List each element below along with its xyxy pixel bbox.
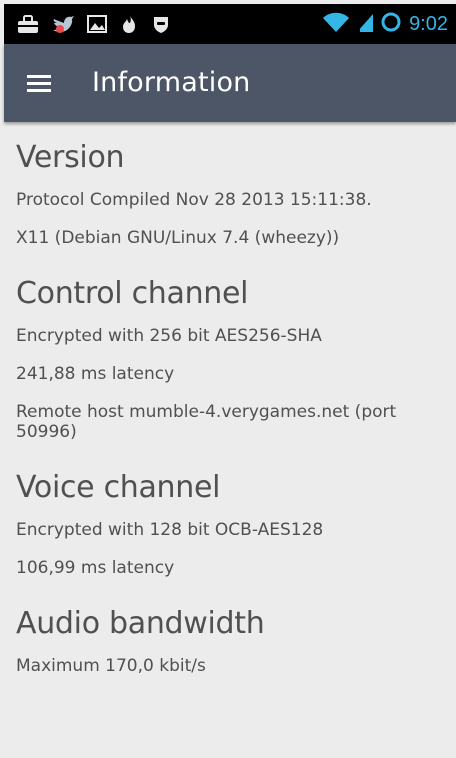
remote-host-text: Remote host mumble-4.verygames.net (port… xyxy=(16,402,397,442)
section-title-version: Version xyxy=(16,140,125,175)
page-title: Information xyxy=(92,67,251,98)
status-clock: 9:02 xyxy=(409,12,448,35)
section-title-audio-bandwidth: Audio bandwidth xyxy=(16,606,265,641)
information-content: Version Protocol Compiled Nov 28 2013 15… xyxy=(16,122,444,704)
system-status-icons: 9:02 xyxy=(321,4,448,44)
image-notification-icon xyxy=(86,13,108,35)
app-bar: Information xyxy=(4,44,456,122)
shield-notification-icon xyxy=(150,13,172,35)
bird-notification-icon xyxy=(51,13,75,35)
notification-icons xyxy=(16,4,172,44)
protocol-compiled-text: Protocol Compiled Nov 28 2013 15:11:38. xyxy=(16,190,372,210)
audio-bandwidth-section: Audio bandwidth Maximum 170,0 kbit/s xyxy=(16,606,444,676)
control-channel-section: Control channel Encrypted with 256 bit A… xyxy=(16,276,444,442)
briefcase-notification-icon xyxy=(16,13,40,35)
maximum-bandwidth-text: Maximum 170,0 kbit/s xyxy=(16,656,206,676)
control-encryption-text: Encrypted with 256 bit AES256-SHA xyxy=(16,326,322,346)
flame-notification-icon xyxy=(119,13,139,35)
section-title-voice-channel: Voice channel xyxy=(16,470,221,505)
section-title-control-channel: Control channel xyxy=(16,276,249,311)
voice-encryption-text: Encrypted with 128 bit OCB-AES128 xyxy=(16,520,324,540)
voice-latency-text: 106,99 ms latency xyxy=(16,558,175,578)
os-version-text: X11 (Debian GNU/Linux 7.4 (wheezy)) xyxy=(16,228,340,248)
status-bar: 9:02 xyxy=(4,4,456,44)
menu-button[interactable] xyxy=(22,66,56,100)
version-section: Version Protocol Compiled Nov 28 2013 15… xyxy=(16,140,444,248)
wifi-icon xyxy=(321,10,351,39)
voice-channel-section: Voice channel Encrypted with 128 bit OCB… xyxy=(16,470,444,578)
sync-ring-icon xyxy=(379,10,403,39)
control-latency-text: 241,88 ms latency xyxy=(16,364,175,384)
app-screen: 9:02 Information Version Protocol Compil… xyxy=(0,0,456,758)
menu-icon xyxy=(27,75,51,92)
signal-icon xyxy=(355,10,375,39)
